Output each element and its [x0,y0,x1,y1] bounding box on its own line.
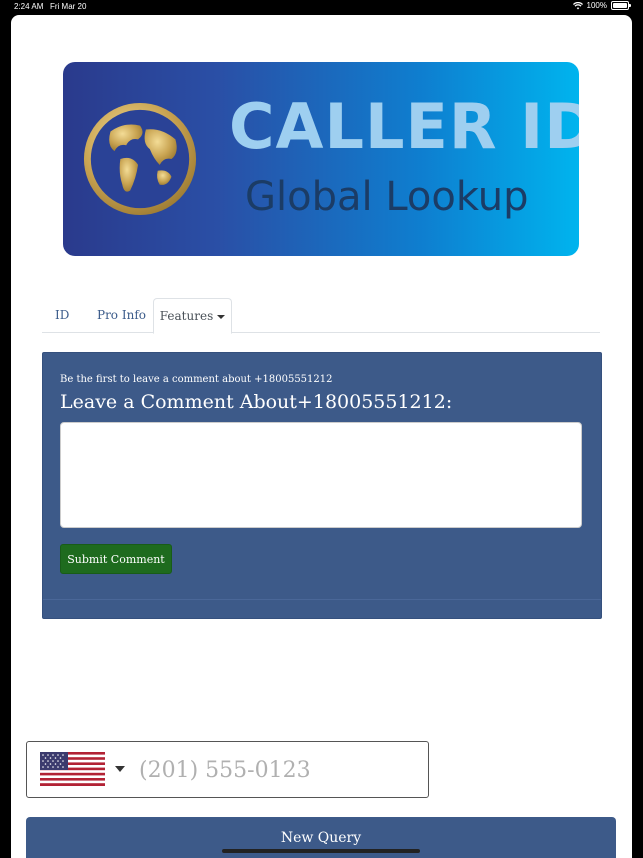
tab-features-label: Features [159,309,214,323]
submit-comment-button[interactable]: Submit Comment [60,544,172,574]
status-bar: 2:24 AM Fri Mar 20 100% [0,0,643,14]
home-indicator [222,849,420,853]
battery-percent: 100% [586,1,607,10]
status-time: 2:24 AM [14,2,44,11]
app-page: CALLER ID Global Lookup ID Pro Info Feat… [11,15,632,858]
panel-divider [43,599,601,600]
us-flag-icon[interactable] [40,752,105,786]
first-comment-note: Be the first to leave a comment about +1… [60,374,333,385]
globe-icon [83,102,197,216]
caller-id-logo: CALLER ID Global Lookup [63,62,579,256]
wifi-icon [572,1,583,9]
status-right: 100% [572,1,631,10]
tab-features[interactable]: Features [153,298,232,334]
logo-title: CALLER ID [229,90,579,163]
logo-subtitle: Global Lookup [245,174,529,220]
phone-input-group [26,741,429,798]
caret-down-icon [217,314,226,319]
status-date: Fri Mar 20 [50,2,87,11]
tab-pro-info[interactable]: Pro Info [97,298,146,332]
comment-panel: Be the first to leave a comment about +1… [42,352,602,619]
country-dropdown-icon[interactable] [115,766,125,772]
tab-bar: ID Pro Info Features [42,298,600,334]
comment-heading: Leave a Comment About+18005551212: [60,391,453,413]
tab-id[interactable]: ID [55,298,69,332]
comment-textarea[interactable] [60,422,582,528]
battery-icon [611,1,631,10]
phone-number-input[interactable] [137,752,421,788]
